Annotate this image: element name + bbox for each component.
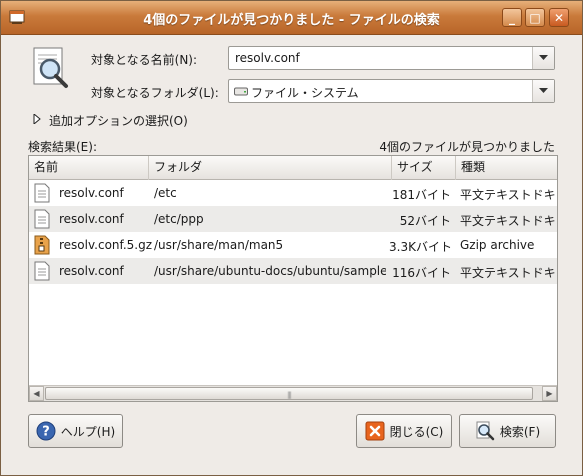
close-window-button[interactable]: ✕ [549, 8, 569, 27]
cell-folder: /etc [154, 186, 177, 200]
folder-combo[interactable]: ファイル・システム [228, 79, 555, 103]
search-icon [476, 421, 495, 441]
results-count: 4個のファイルが見つかりました [379, 140, 555, 154]
text-file-icon [34, 209, 50, 229]
help-button[interactable]: ? ヘルプ(H) [28, 414, 123, 448]
text-file-icon [34, 261, 50, 281]
column-header-size[interactable]: サイズ [392, 156, 456, 180]
rows-area: resolv.conf /etc 181バイト 平文テキストドキュメント res… [29, 180, 557, 386]
table-row[interactable]: resolv.conf /usr/share/ubuntu-docs/ubunt… [29, 258, 557, 284]
table-row[interactable]: resolv.conf.5.gz /usr/share/man/man5 3.3… [29, 232, 557, 258]
chevron-down-icon[interactable] [532, 47, 554, 69]
results-label: 検索結果(E): [28, 140, 97, 154]
column-header-folder[interactable]: フォルダ [149, 156, 392, 180]
cell-size: 116バイト [392, 266, 451, 280]
title-bar[interactable]: 4個のファイルが見つかりました - ファイルの検索 _ □ ✕ [1, 1, 582, 35]
column-header-name[interactable]: 名前 [29, 156, 149, 180]
window-title: 4個のファイルが見つかりました - ファイルの検索 [143, 13, 440, 28]
svg-text:?: ? [42, 425, 50, 440]
name-label: 対象となる名前(N): [91, 53, 198, 67]
maximize-icon: □ [529, 10, 541, 25]
scroll-right-icon[interactable]: ▶ [542, 386, 557, 401]
help-label: ヘルプ(H) [60, 424, 116, 439]
horizontal-scrollbar[interactable]: ◀ ||| ▶ [29, 385, 557, 401]
help-icon: ? [36, 421, 56, 441]
cell-folder: /etc/ppp [154, 212, 204, 226]
list-header: 名前 フォルダ サイズ 種類 [29, 156, 557, 180]
file-search-icon [33, 47, 68, 88]
cell-folder: /usr/share/man/man5 [154, 238, 284, 252]
column-header-type[interactable]: 種類 [456, 156, 557, 180]
cell-size: 52バイト [399, 214, 451, 228]
scroll-left-icon[interactable]: ◀ [29, 386, 44, 401]
cell-size: 3.3Kバイト [389, 240, 451, 254]
drive-icon [234, 87, 248, 96]
grip-icon: ||| [286, 391, 292, 399]
close-label: 閉じる(C) [389, 424, 444, 439]
cell-type: Gzip archive [460, 238, 535, 252]
table-row[interactable]: resolv.conf /etc 181バイト 平文テキストドキュメント [29, 180, 557, 206]
minimize-button[interactable]: _ [502, 8, 522, 27]
archive-file-icon [34, 235, 50, 255]
cell-folder: /usr/share/ubuntu-docs/ubuntu/sample [154, 264, 386, 278]
cell-type: 平文テキストドキュメント [460, 188, 557, 202]
folder-label: 対象となるフォルダ(L): [91, 86, 219, 100]
name-combo[interactable]: resolv.conf [228, 46, 555, 70]
maximize-button[interactable]: □ [525, 8, 545, 27]
cell-type: 平文テキストドキュメント [460, 266, 557, 280]
folder-value: ファイル・システム [251, 86, 359, 100]
scrollbar-thumb[interactable]: ||| [45, 387, 533, 400]
chevron-down-icon[interactable] [532, 80, 554, 102]
close-button[interactable]: 閉じる(C) [356, 414, 452, 448]
cell-type: 平文テキストドキュメント [460, 214, 557, 228]
table-row[interactable]: resolv.conf /etc/ppp 52バイト 平文テキストドキュメント [29, 206, 557, 232]
cell-size: 181バイト [392, 188, 451, 202]
more-options-label: 追加オプションの選択(O) [49, 114, 188, 128]
close-icon: ✕ [553, 10, 565, 25]
minimize-icon: _ [509, 10, 515, 25]
text-file-icon [34, 183, 50, 203]
search-window: 4個のファイルが見つかりました - ファイルの検索 _ □ ✕ 対象となる名前(… [0, 0, 583, 476]
search-label: 検索(F) [499, 424, 541, 439]
results-list[interactable]: 名前 フォルダ サイズ 種類 resolv.conf /etc 181バイト 平… [28, 155, 558, 402]
expander-arrow-icon [33, 114, 41, 124]
name-input[interactable]: resolv.conf [235, 51, 300, 65]
search-button[interactable]: 検索(F) [459, 414, 556, 448]
close-icon [365, 421, 385, 441]
